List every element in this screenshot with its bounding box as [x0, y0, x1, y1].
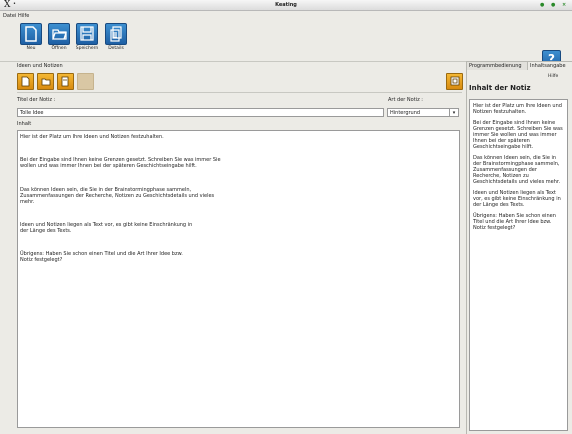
- menu-datei[interactable]: Datei: [3, 13, 16, 19]
- divider: [17, 92, 462, 93]
- content-paragraph: Bei der Eingabe sind Ihnen keine Grenzen…: [20, 157, 221, 169]
- new-note-button[interactable]: [17, 73, 34, 90]
- summary-paragraph: Hier ist der Platz um Ihre Ideen und Not…: [473, 103, 562, 115]
- content-paragraph: Hier ist der Platz um Ihre Ideen und Not…: [20, 134, 164, 140]
- note-title-label: Titel der Notiz :: [17, 97, 56, 103]
- toolbar: Neu Öffnen Speichern Details ? Hilfe: [0, 21, 572, 79]
- summary-paragraph: Das können Ideen sein, die Sie in der Br…: [473, 155, 561, 185]
- note-type-label: Art der Notiz :: [388, 97, 423, 103]
- new-button[interactable]: Neu: [19, 23, 43, 51]
- delete-note-icon: [61, 76, 69, 87]
- summary-paragraph: Ideen und Notizen liegen als Text vor, e…: [473, 190, 561, 208]
- details-button[interactable]: Details: [104, 23, 128, 51]
- note-content-editor[interactable]: Hier ist der Platz um Ihre Ideen und Not…: [17, 130, 460, 428]
- delete-note-button[interactable]: [57, 73, 74, 90]
- content-paragraph: Übrigens: Haben Sie schon einen Titel un…: [20, 251, 183, 263]
- save-button[interactable]: Speichern: [75, 23, 99, 51]
- window-icon: [450, 76, 460, 86]
- window-title: Keating: [275, 2, 297, 8]
- details-document-icon: [105, 23, 127, 45]
- panel-title: Ideen und Notizen: [17, 63, 63, 69]
- content-label: Inhalt: [17, 121, 32, 127]
- save-label: Speichern: [75, 46, 99, 51]
- summary-box: Hier ist der Platz um Ihre Ideen und Not…: [469, 99, 568, 431]
- note-type-select[interactable]: Hintergrund ▾: [387, 108, 459, 117]
- note-type-value: Hintergrund: [390, 110, 421, 116]
- content-paragraph: Das können Ideen sein, die Sie in der Br…: [20, 187, 215, 205]
- summary-paragraph: Bei der Eingabe sind Ihnen keine Grenzen…: [473, 120, 563, 150]
- note-title-input[interactable]: Tolle Idee: [17, 108, 384, 117]
- open-folder-icon: [48, 23, 70, 45]
- save-disk-icon: [76, 23, 98, 45]
- open-label: Öffnen: [51, 46, 67, 51]
- new-label: Neu: [26, 46, 36, 51]
- right-panel-title: Inhalt der Notiz: [469, 84, 531, 92]
- close-icon[interactable]: ×: [562, 2, 566, 8]
- menu-bar: Datei Hilfe: [0, 11, 572, 20]
- open-note-icon: [41, 78, 51, 86]
- chevron-down-icon[interactable]: ▾: [449, 109, 458, 117]
- minimize-icon[interactable]: ●: [540, 2, 544, 8]
- open-note-button[interactable]: [37, 73, 54, 90]
- summary-paragraph: Übrigens: Haben Sie schon einen Titel un…: [473, 213, 556, 231]
- open-button[interactable]: Öffnen: [47, 23, 71, 51]
- content-paragraph: Ideen und Notizen liegen als Text vor, e…: [20, 222, 193, 234]
- details-label: Details: [108, 46, 124, 51]
- disabled-note-button: [77, 73, 94, 90]
- new-document-icon: [20, 23, 42, 45]
- menu-hilfe[interactable]: Hilfe: [18, 13, 29, 19]
- note-window-button[interactable]: [446, 73, 463, 90]
- title-bar: X • Keating ● ● ×: [0, 0, 572, 11]
- new-note-icon: [21, 76, 30, 87]
- maximize-icon[interactable]: ●: [551, 2, 555, 8]
